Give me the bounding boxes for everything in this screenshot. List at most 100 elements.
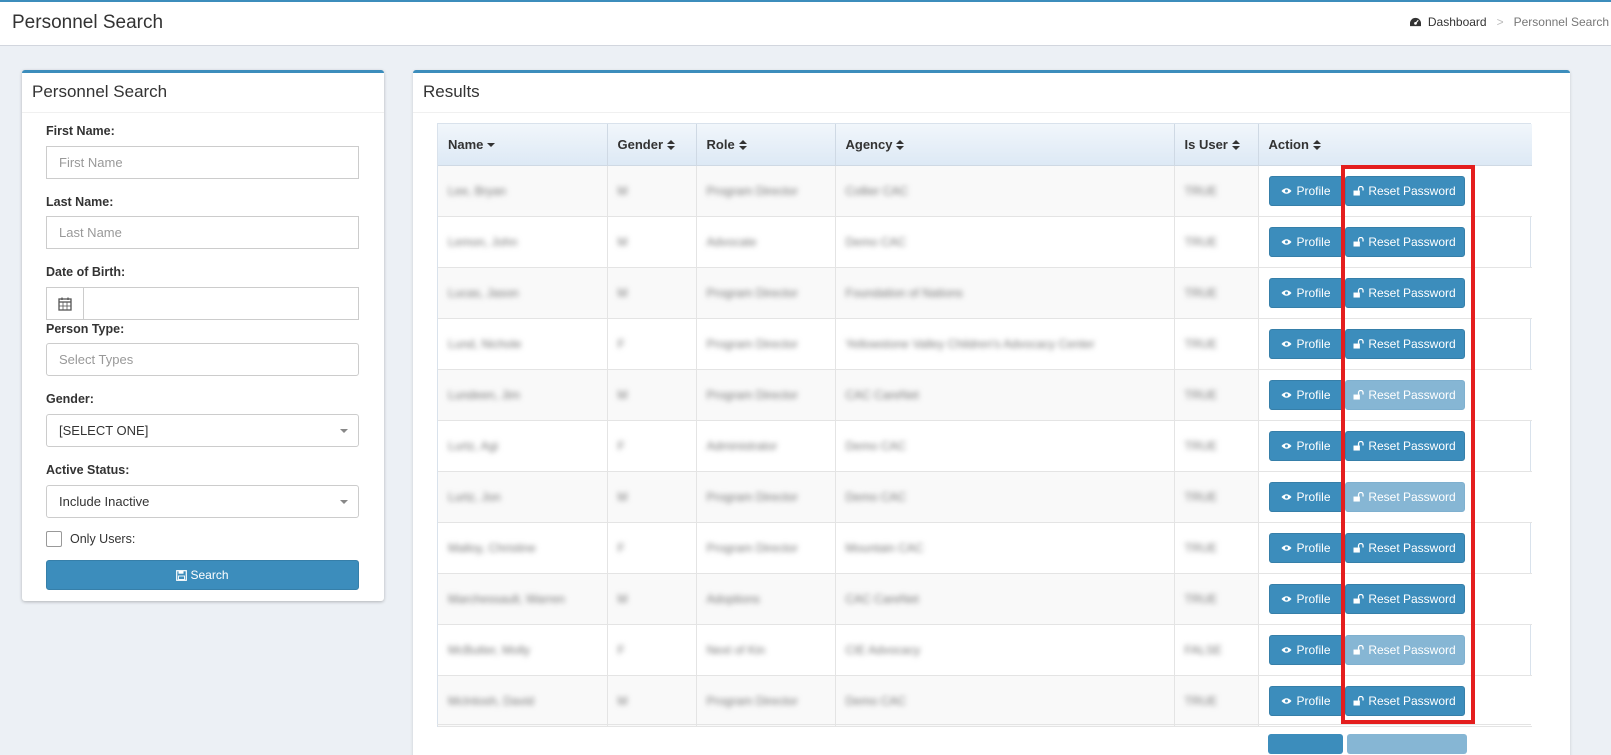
- cell-value: Program Director: [706, 489, 798, 504]
- calendar-button[interactable]: [47, 288, 84, 319]
- breadcrumb-dashboard-label: Dashboard: [1427, 15, 1487, 29]
- cell-role: Program Director: [696, 675, 836, 727]
- reset-password-button[interactable]: Reset Password: [1344, 634, 1465, 665]
- eye-icon: [1281, 238, 1293, 245]
- profile-button[interactable]: Profile: [1268, 379, 1344, 410]
- column-header-agency[interactable]: Agency: [835, 124, 1175, 166]
- reset-password-button[interactable]: Reset Password: [1344, 277, 1465, 308]
- cell-value: Lemon, John: [448, 234, 518, 249]
- cell-value: Yellowstone Valley Children's Advocacy C…: [845, 336, 1095, 351]
- column-header-name[interactable]: Name: [438, 124, 608, 166]
- cell-name: McButter, Molly: [438, 624, 608, 676]
- last-name-input[interactable]: Last Name: [46, 216, 359, 249]
- column-header-label: Role: [706, 136, 735, 152]
- cell-value: CIE Advocacy: [845, 642, 921, 657]
- cell-value: TRUE: [1184, 234, 1218, 249]
- cell-role: Advocate: [696, 216, 836, 268]
- profile-button-label: Profile: [1296, 234, 1331, 249]
- profile-button[interactable]: Profile: [1268, 175, 1344, 206]
- breadcrumb-current: Personnel Search: [1513, 15, 1609, 29]
- profile-button-partial[interactable]: [1268, 734, 1343, 754]
- column-header-label: Agency: [845, 136, 893, 152]
- cell-role: Next of Kin: [696, 624, 836, 676]
- active-status-select[interactable]: Include Inactive: [46, 485, 359, 518]
- cell-action: Profile Reset Password: [1258, 318, 1532, 370]
- cell-is-user: TRUE: [1174, 471, 1259, 523]
- reset-password-button[interactable]: Reset Password: [1344, 685, 1465, 716]
- sort-icon: [1312, 140, 1321, 151]
- profile-button[interactable]: Profile: [1268, 277, 1344, 308]
- eye-icon: [1281, 646, 1293, 653]
- dob-input[interactable]: [46, 287, 359, 320]
- unlock-icon: [1353, 542, 1364, 553]
- save-icon: [176, 569, 188, 581]
- profile-button[interactable]: Profile: [1268, 583, 1344, 614]
- cell-value: TRUE: [1184, 591, 1218, 606]
- reset-password-button[interactable]: Reset Password: [1344, 532, 1465, 563]
- cell-gender: F: [607, 522, 697, 574]
- cell-agency: CAC CareNet: [835, 369, 1175, 421]
- reset-password-button[interactable]: Reset Password: [1344, 430, 1465, 461]
- gender-select[interactable]: [SELECT ONE]: [46, 414, 359, 447]
- unlock-icon: [1353, 236, 1364, 247]
- reset-password-button-partial[interactable]: [1347, 734, 1467, 754]
- page-header: Personnel Search Dashboard > Personnel S…: [0, 0, 1611, 46]
- chevron-down-icon: [340, 500, 348, 504]
- column-header-gender[interactable]: Gender: [607, 124, 697, 166]
- table-row: Lemon, John M Advocate Demo CAC TRUE Profile R…: [438, 216, 1532, 268]
- profile-button-label: Profile: [1296, 336, 1331, 351]
- profile-button[interactable]: Profile: [1268, 328, 1344, 359]
- reset-password-button[interactable]: Reset Password: [1344, 379, 1465, 410]
- cell-value: Collier CAC: [845, 183, 909, 198]
- reset-password-button-label: Reset Password: [1368, 285, 1456, 300]
- eye-icon: [1281, 289, 1293, 296]
- cell-role: Program Director: [696, 369, 836, 421]
- profile-button[interactable]: Profile: [1268, 532, 1344, 563]
- column-header-label: Gender: [617, 136, 664, 152]
- cell-value: F: [617, 336, 625, 351]
- eye-icon: [1281, 544, 1293, 551]
- cell-value: M: [617, 591, 628, 606]
- first-name-label: First Name:: [46, 124, 115, 138]
- dob-label: Date of Birth:: [46, 265, 126, 279]
- search-button[interactable]: Search: [46, 560, 359, 590]
- reset-password-button[interactable]: Reset Password: [1344, 328, 1465, 359]
- profile-button[interactable]: Profile: [1268, 430, 1344, 461]
- cell-agency: Foundation of Nations: [835, 267, 1175, 319]
- column-header-role[interactable]: Role: [696, 124, 836, 166]
- gender-label: Gender:: [46, 392, 94, 406]
- cell-gender: M: [607, 165, 697, 217]
- table-row: McIntosh, David M Program Director Demo CAC…: [438, 675, 1532, 727]
- reset-password-button[interactable]: Reset Password: [1344, 481, 1465, 512]
- reset-password-button-label: Reset Password: [1368, 387, 1456, 402]
- reset-password-button[interactable]: Reset Password: [1344, 175, 1465, 206]
- profile-button[interactable]: Profile: [1268, 226, 1344, 257]
- column-header-action[interactable]: Action: [1258, 124, 1532, 166]
- page-title: Personnel Search: [12, 12, 164, 33]
- eye-icon: [1281, 493, 1293, 500]
- reset-password-button[interactable]: Reset Password: [1344, 583, 1465, 614]
- last-name-label: Last Name:: [46, 195, 114, 209]
- cell-action: Profile Reset Password: [1258, 471, 1532, 523]
- cell-action: Profile Reset Password: [1258, 522, 1532, 574]
- cell-action: Profile Reset Password: [1258, 216, 1532, 268]
- profile-button[interactable]: Profile: [1268, 634, 1344, 665]
- profile-button-label: Profile: [1296, 591, 1331, 606]
- unlock-icon: [1353, 338, 1364, 349]
- column-header-label: Name: [448, 136, 484, 152]
- first-name-input[interactable]: First Name: [46, 146, 359, 179]
- profile-button[interactable]: Profile: [1268, 685, 1344, 716]
- cell-action: Profile Reset Password: [1258, 267, 1532, 319]
- cell-is-user: TRUE: [1174, 420, 1259, 472]
- profile-button[interactable]: Profile: [1268, 481, 1344, 512]
- cell-value: Program Director: [706, 540, 798, 555]
- person-type-select[interactable]: Select Types: [46, 343, 359, 376]
- cell-value: Demo CAC: [845, 489, 907, 504]
- results-table: Name Gender Role Agency Is User Action Lee, B…: [437, 123, 1532, 727]
- breadcrumb-dashboard[interactable]: Dashboard: [1409, 15, 1487, 29]
- active-status-label: Active Status:: [46, 463, 130, 477]
- column-header-is-user[interactable]: Is User: [1174, 124, 1259, 166]
- reset-password-button[interactable]: Reset Password: [1344, 226, 1465, 257]
- cell-value: TRUE: [1184, 183, 1218, 198]
- only-users-checkbox[interactable]: [46, 531, 62, 547]
